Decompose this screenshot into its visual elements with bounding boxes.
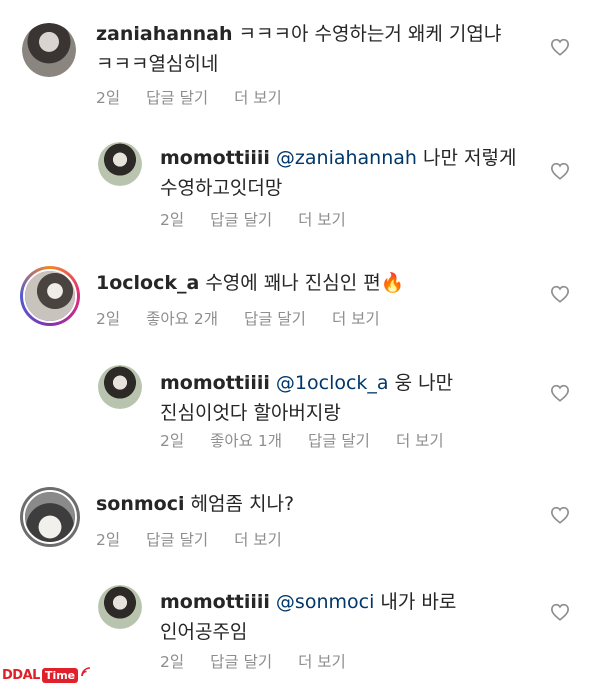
comment-meta: 2일 답글 달기 더 보기 [160,650,372,672]
heart-outline-icon[interactable] [550,506,570,524]
avatar[interactable] [98,142,142,186]
avatar[interactable] [20,266,80,326]
heart-outline-icon[interactable] [550,38,570,56]
mention-link[interactable]: @zaniahannah [276,147,417,169]
more-button[interactable]: 더 보기 [298,211,346,229]
comment-body-line: 수영하고잇더망 [160,177,283,199]
comment-time[interactable]: 2일 [160,653,184,671]
comment-text: momottiiii @1oclock_a 웅 나만 진심이엇다 할아버지랑 [160,368,540,428]
comment-username[interactable]: 1oclock_a [96,272,199,294]
mention-link[interactable]: @1oclock_a [276,372,389,394]
comment-meta: 2일 답글 달기 더 보기 [96,86,308,108]
comment-body-line: 인어공주임 [160,621,248,643]
reply-button[interactable]: 답글 달기 [146,89,208,107]
avatar[interactable] [98,585,142,629]
comment-text: zaniahannah ㅋㅋㅋ아 수영하는거 왜케 기엽냐 ㅋㅋㅋ열심히네 [96,19,536,79]
reply-button[interactable]: 답글 달기 [210,653,272,671]
comment-text: sonmoci 헤엄좀 치나? [96,489,536,519]
more-button[interactable]: 더 보기 [298,653,346,671]
more-button[interactable]: 더 보기 [332,310,380,328]
comment-meta: 2일 좋아요 2개 답글 달기 더 보기 [96,307,406,329]
comment-body-line: 나만 저렇게 [423,147,517,169]
comment-text: momottiiii @zaniahannah 나만 저렇게 수영하고잇더망 [160,143,540,203]
more-button[interactable]: 더 보기 [234,89,282,107]
signal-icon [80,663,92,677]
heart-outline-icon[interactable] [550,162,570,180]
comment-body-line: ㅋㅋㅋ아 수영하는거 왜케 기엽냐 [238,23,502,45]
mention-link[interactable]: @sonmoci [276,591,374,613]
avatar[interactable] [98,365,142,409]
heart-outline-icon[interactable] [550,603,570,621]
comment-time[interactable]: 2일 [160,211,184,229]
comment-username[interactable]: momottiiii [160,147,270,169]
comment-username[interactable]: momottiiii [160,591,270,613]
reply-button[interactable]: 답글 달기 [244,310,306,328]
comment-time[interactable]: 2일 [96,531,120,549]
reply-button[interactable]: 답글 달기 [146,531,208,549]
comment-time[interactable]: 2일 [96,89,120,107]
more-button[interactable]: 더 보기 [234,531,282,549]
comment-body-line: 진심이엇다 할아버지랑 [160,402,341,424]
reply-button[interactable]: 답글 달기 [308,432,370,450]
comment-username[interactable]: momottiiii [160,372,270,394]
comment-text: 1oclock_a 수영에 꽤나 진심인 편🔥 [96,268,536,298]
more-button[interactable]: 더 보기 [396,432,444,450]
comment-body-line: 수영에 꽤나 진심인 편🔥 [205,272,405,294]
comment-username[interactable]: zaniahannah [96,23,233,45]
comment-body-line: 헤엄좀 치나? [190,493,295,515]
reply-button[interactable]: 답글 달기 [210,211,272,229]
comment-body-line: ㅋㅋㅋ열심히네 [96,53,219,75]
comment-body-line: 내가 바로 [380,591,457,613]
heart-outline-icon[interactable] [550,384,570,402]
heart-outline-icon[interactable] [550,285,570,303]
comment-username[interactable]: sonmoci [96,493,185,515]
comment-meta: 2일 답글 달기 더 보기 [160,208,372,230]
comment-time[interactable]: 2일 [160,432,184,450]
comment-meta: 2일 답글 달기 더 보기 [96,528,308,550]
watermark-logo: DDAL Time [2,664,92,686]
comment-time[interactable]: 2일 [96,310,120,328]
like-count[interactable]: 좋아요 1개 [210,432,282,450]
comment-text: momottiiii @sonmoci 내가 바로 인어공주임 [160,587,540,647]
avatar[interactable] [20,487,80,547]
watermark-suffix: Time [41,667,79,683]
comment-meta: 2일 좋아요 1개 답글 달기 더 보기 [160,429,470,451]
comment-body-line: 웅 나만 [394,372,454,394]
watermark-brand: DDAL [2,667,40,683]
like-count[interactable]: 좋아요 2개 [146,310,218,328]
avatar[interactable] [22,23,76,77]
